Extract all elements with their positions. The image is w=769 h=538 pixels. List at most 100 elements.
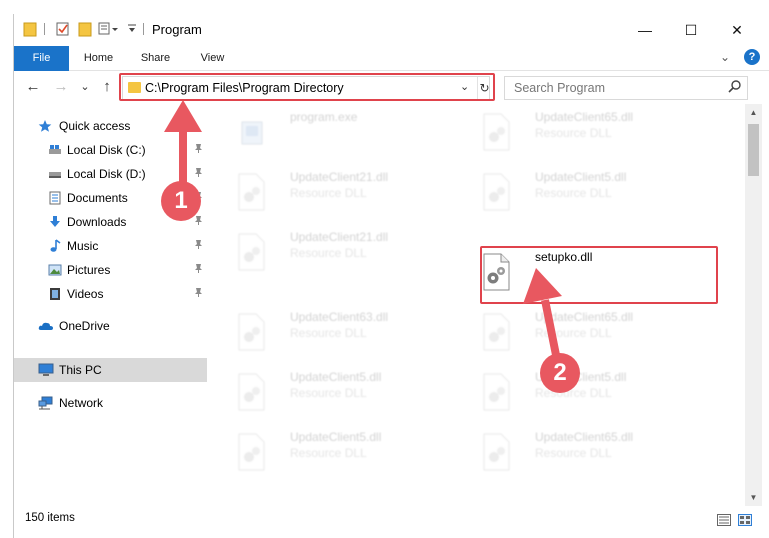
scroll-up-arrow-icon[interactable]: ▲ [745, 108, 762, 117]
file-name: UpdateClient5.dll [290, 430, 382, 444]
tab-view[interactable]: View [185, 46, 240, 71]
window-title: Program [152, 22, 202, 37]
sidebar-item-onedrive[interactable]: OneDrive [14, 315, 207, 337]
file-type: Resource DLL [290, 186, 367, 200]
sidebar-item-music[interactable]: Music [14, 235, 207, 257]
sidebar-item-this-pc[interactable]: This PC [14, 358, 207, 382]
search-icon[interactable] [728, 80, 741, 96]
file-item[interactable]: UpdateClient5.dll Resource DLL [469, 166, 699, 218]
pin-icon[interactable] [194, 143, 203, 156]
file-item[interactable]: UpdateClient21.dll Resource DLL [224, 226, 454, 278]
dll-file-icon [481, 372, 511, 412]
file-type: Resource DLL [535, 326, 612, 340]
search-box[interactable] [504, 76, 748, 100]
exe-icon [236, 112, 266, 152]
explorer-window: Program — ☐ ✕ File Home Share View ⌄ ? ←… [13, 14, 769, 538]
maximize-button[interactable]: ☐ [668, 14, 714, 46]
sidebar-item-label: Downloads [67, 215, 127, 229]
status-bar: 150 items [14, 506, 769, 538]
minimize-button[interactable]: — [622, 14, 668, 46]
dll-file-icon [481, 432, 511, 472]
pictures-icon [48, 263, 62, 276]
sidebar-item-label: Quick access [59, 119, 131, 133]
file-item[interactable]: UpdateClient5.dll Resource DLL [224, 426, 454, 478]
file-item[interactable]: program.exe [224, 106, 454, 158]
address-highlight-box [119, 73, 495, 101]
vertical-scrollbar[interactable]: ▲ ▼ [745, 104, 762, 506]
folder-icon [23, 21, 37, 40]
expand-ribbon-icon[interactable]: ⌄ [720, 50, 730, 64]
file-list: program.exe UpdateClient65.dll Resource … [209, 104, 745, 506]
new-folder-icon[interactable] [78, 21, 92, 40]
help-icon[interactable]: ? [744, 49, 760, 65]
drive-icon [48, 143, 62, 156]
close-button[interactable]: ✕ [714, 14, 760, 46]
title-separator [44, 23, 45, 35]
file-name: UpdateClient5.dll [290, 370, 382, 384]
file-type: Resource DLL [535, 446, 612, 460]
title-separator [143, 23, 144, 35]
file-item[interactable]: UpdateClient63.dll Resource DLL [224, 306, 454, 358]
scroll-thumb[interactable] [748, 124, 759, 176]
pin-icon[interactable] [194, 215, 203, 228]
file-type: Resource DLL [290, 326, 367, 340]
file-name: UpdateClient5.dll [535, 170, 627, 184]
quick-access-dropdown-icon[interactable] [127, 22, 137, 39]
pin-icon[interactable] [194, 167, 203, 180]
forward-button[interactable]: → [52, 78, 70, 95]
large-icons-view-icon[interactable] [738, 514, 752, 526]
drive-icon [48, 167, 62, 180]
step-marker-2: 2 [540, 353, 580, 393]
sidebar-item-label: Local Disk (C:) [67, 143, 146, 157]
navigation-pane: Quick access Local Disk (C:) Local Disk … [14, 112, 207, 504]
pin-icon[interactable] [194, 239, 203, 252]
file-item[interactable]: UpdateClient65.dll Resource DLL [469, 426, 699, 478]
file-type: Resource DLL [535, 126, 612, 140]
file-name: UpdateClient65.dll [535, 110, 634, 124]
scroll-down-arrow-icon[interactable]: ▼ [745, 493, 762, 502]
dll-file-icon [236, 432, 266, 472]
back-button[interactable]: ← [24, 78, 42, 95]
file-type: Resource DLL [535, 186, 612, 200]
up-button[interactable]: ↑ [98, 78, 116, 95]
sidebar-item-pictures[interactable]: Pictures [14, 259, 207, 281]
file-item[interactable]: UpdateClient5.dll Resource DLL [469, 366, 699, 418]
file-name: UpdateClient65.dll [535, 430, 634, 444]
sidebar-item-label: OneDrive [59, 319, 110, 333]
properties-icon[interactable] [55, 21, 71, 40]
computer-icon [38, 363, 54, 376]
file-item[interactable]: UpdateClient65.dll Resource DLL [469, 106, 699, 158]
sidebar-item-quick-access[interactable]: Quick access [14, 115, 207, 137]
pin-icon[interactable] [194, 287, 203, 300]
file-item[interactable]: UpdateClient5.dll Resource DLL [224, 366, 454, 418]
recent-locations-button[interactable]: ⌄ [76, 80, 94, 93]
file-highlight-box [480, 246, 718, 304]
tab-file[interactable]: File [14, 46, 69, 71]
sidebar-item-network[interactable]: Network [14, 392, 207, 414]
customize-toolbar-icon[interactable] [98, 21, 122, 40]
pin-icon[interactable] [194, 263, 203, 276]
downloads-icon [48, 215, 62, 228]
step-marker-1: 1 [161, 181, 201, 221]
details-view-icon[interactable] [717, 514, 731, 526]
file-item[interactable]: UpdateClient21.dll Resource DLL [224, 166, 454, 218]
sidebar-item-label: Network [59, 396, 104, 410]
music-icon [48, 239, 62, 252]
item-count: 150 items [25, 512, 75, 524]
file-name: UpdateClient63.dll [290, 310, 389, 324]
sidebar-item-videos[interactable]: Videos [14, 283, 207, 305]
videos-icon [48, 287, 62, 300]
file-name: UpdateClient21.dll [290, 170, 389, 184]
dll-file-icon [236, 232, 266, 272]
tab-home[interactable]: Home [71, 46, 126, 71]
sidebar-item-local-disk-c[interactable]: Local Disk (C:) [14, 139, 207, 161]
dll-file-icon [236, 312, 266, 352]
file-item[interactable]: UpdateClient65.dll Resource DLL [469, 306, 699, 358]
search-input[interactable] [505, 77, 725, 99]
file-name: UpdateClient65.dll [535, 310, 634, 324]
sidebar-item-label: Local Disk (D:) [67, 167, 146, 181]
tab-share[interactable]: Share [128, 46, 183, 71]
documents-icon [48, 191, 62, 205]
sidebar-item-label: This PC [59, 363, 102, 377]
dll-file-icon [236, 172, 266, 212]
